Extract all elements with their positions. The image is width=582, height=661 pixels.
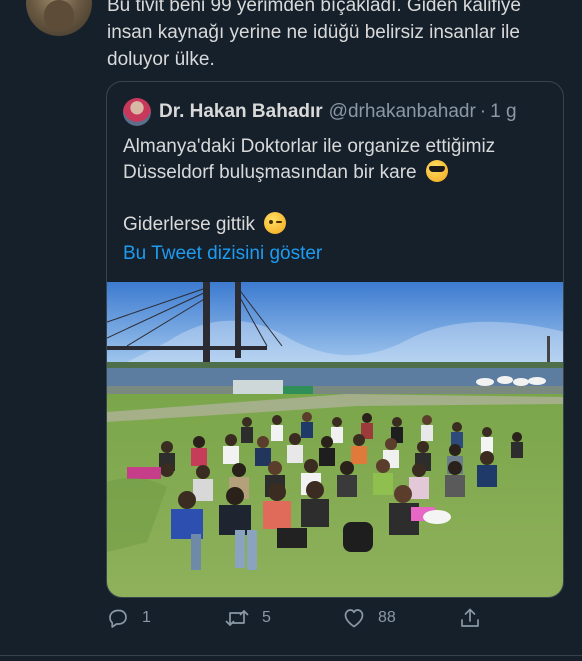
- divider: [0, 655, 582, 656]
- like-button[interactable]: 88: [342, 606, 396, 630]
- quoted-author-handle: @drhakanbahadr: [328, 101, 476, 122]
- reply-button[interactable]: 1: [106, 606, 151, 630]
- quoted-tweet-header: Dr. Hakan Bahadır @drhakanbahadr · 1 g: [123, 98, 517, 126]
- tweet-text-line: doluyor ülke.: [107, 49, 215, 70]
- quoted-tweet-card[interactable]: Dr. Hakan Bahadır @drhakanbahadr · 1 g A…: [106, 81, 564, 598]
- share-icon: [461, 608, 479, 627]
- group-photo-image: [107, 282, 563, 597]
- reply-count: 1: [142, 609, 151, 626]
- quoted-tweet-text: Almanya'daki Doktorlar ile organize etti…: [123, 134, 553, 238]
- quoted-text-segment: Düsseldorf buluşmasından bir kare: [123, 162, 417, 183]
- quoted-text-line: Giderlerse gittik: [123, 212, 553, 238]
- quoted-author-name: Dr. Hakan Bahadır: [159, 101, 323, 122]
- show-thread-link[interactable]: Bu Tweet dizisini göster: [123, 243, 322, 265]
- retweet-count: 5: [262, 609, 271, 626]
- wink-emoji-icon: [264, 212, 287, 234]
- heart-icon: [344, 609, 364, 628]
- tweet-text: Bu tivit beni 99 yerimden bıçakladı. Gid…: [107, 0, 567, 73]
- quoted-text-line: Düsseldorf buluşmasından bir kare: [123, 160, 553, 186]
- separator-dot: ·: [479, 101, 487, 122]
- group-photo[interactable]: [107, 282, 563, 597]
- retweet-icon: [225, 610, 249, 626]
- tweet-actions-bar: 1 5 88: [106, 606, 566, 640]
- quoted-author-avatar: [123, 98, 151, 126]
- share-button[interactable]: [458, 606, 482, 630]
- sunglasses-emoji-icon: [425, 160, 448, 182]
- quoted-text-segment: Giderlerse gittik: [123, 214, 255, 235]
- tweet-text-line: insan kaynağı yerine ne idüğü belirsiz i…: [107, 22, 520, 43]
- quoted-tweet-time: 1 g: [490, 101, 517, 122]
- like-count: 88: [378, 609, 396, 626]
- quoted-text-line: Almanya'daki Doktorlar ile organize etti…: [123, 136, 496, 157]
- author-avatar[interactable]: [26, 0, 92, 36]
- retweet-button[interactable]: 5: [224, 606, 271, 630]
- tweet-text-line: Bu tivit beni 99 yerimden bıçakladı. Gid…: [107, 0, 521, 16]
- tweet-page: Bu tivit beni 99 yerimden bıçakladı. Gid…: [0, 0, 582, 661]
- reply-icon: [109, 609, 127, 628]
